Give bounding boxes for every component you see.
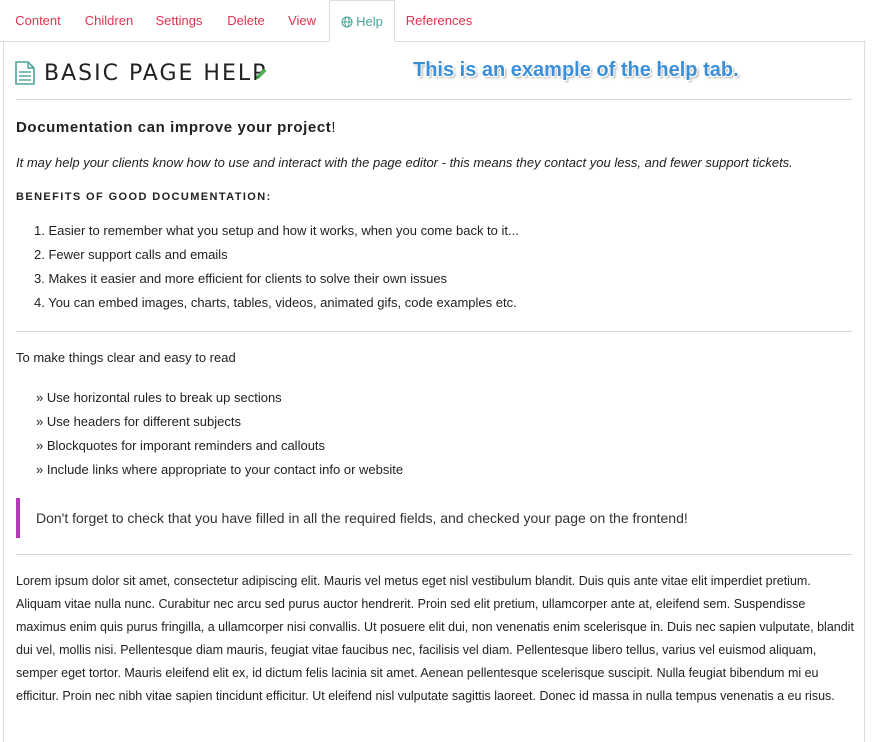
lorem-paragraph: Lorem ipsum dolor sit amet, consectetur … [16,574,854,703]
tab-children[interactable]: Children [76,0,142,41]
list-item: » Blockquotes for imporant reminders and… [36,438,326,453]
intro-text: It may help your clients know how to use… [16,155,793,170]
tab-references[interactable]: References [401,0,477,41]
tab-help[interactable]: Help [329,0,395,42]
tab-help-label: Help [356,14,383,29]
page-title: BASIC PAGE HELP [44,61,268,86]
list-item: 1. Easier to remember what you setup and… [34,223,519,238]
globe-icon [341,3,353,45]
tab-view[interactable]: View [280,0,324,41]
list-item: » Use horizontal rules to break up secti… [36,390,282,405]
tab-bar: Content Children Settings Delete View He… [0,0,866,42]
divider [16,99,852,100]
section-heading: Documentation can improve your project! [16,117,336,139]
pencil-icon[interactable] [254,67,268,86]
tab-settings[interactable]: Settings [148,0,210,41]
tips-intro: To make things clear and easy to read [16,350,236,365]
benefits-list: 1. Easier to remember what you setup and… [34,219,519,315]
divider [16,331,852,332]
section-heading-text: Documentation can improve your project [16,119,332,136]
tab-delete[interactable]: Delete [218,0,274,41]
list-item: 4. You can embed images, charts, tables,… [34,295,517,310]
list-item: » Include links where appropriate to you… [36,462,404,477]
section-heading-punct: ! [331,119,337,136]
tips-list: » Use horizontal rules to break up secti… [36,386,403,482]
blockquote: Don't forget to check that you have fill… [16,498,852,538]
list-item: 2. Fewer support calls and emails [34,247,228,262]
divider [16,554,852,555]
tab-content[interactable]: Content [4,0,72,41]
benefits-heading: BENEFITS OF GOOD DOCUMENTATION: [16,191,272,203]
help-tab-callout: This is an example of the help tab. [413,59,739,81]
list-item: 3. Makes it easier and more efficient fo… [34,271,448,286]
document-icon [14,61,36,90]
list-item: » Use headers for different subjects [36,414,241,429]
